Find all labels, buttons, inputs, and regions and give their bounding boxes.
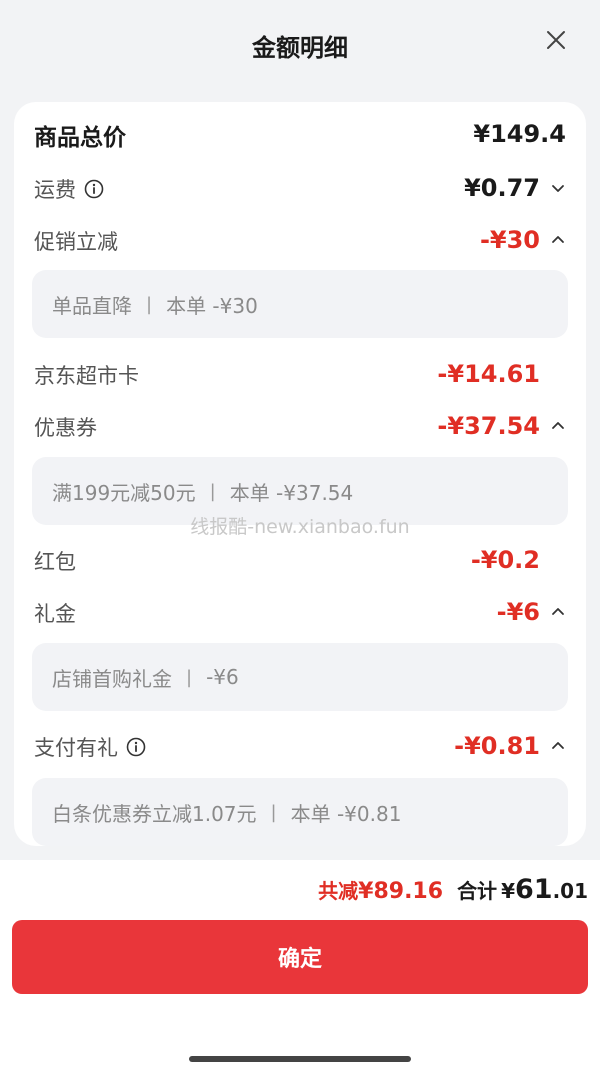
market-card-amount: -¥14.61 bbox=[437, 360, 540, 388]
sheet-header: 金额明细 bbox=[0, 0, 600, 88]
separator: | bbox=[186, 666, 193, 688]
chevron-up-icon bbox=[552, 742, 564, 749]
gift-money-row[interactable]: 礼金 -¥6 bbox=[14, 596, 586, 632]
chevron-up-icon bbox=[552, 422, 564, 429]
red-packet-amount: -¥0.2 bbox=[470, 546, 540, 574]
goods-total-value: ¥149.4 bbox=[473, 120, 566, 148]
promo-detail-right: 本单 -¥30 bbox=[166, 293, 258, 318]
pay-gift-row[interactable]: 支付有礼 -¥0.81 bbox=[14, 730, 586, 766]
pay-detail-right: 本单 -¥0.81 bbox=[290, 801, 402, 826]
close-icon[interactable] bbox=[544, 28, 568, 52]
chevron-down-icon bbox=[552, 185, 564, 192]
pay-detail-left: 白条优惠券立减1.07元 bbox=[52, 801, 257, 826]
info-icon[interactable] bbox=[84, 179, 104, 199]
coupon-label: 优惠券 bbox=[34, 416, 97, 440]
red-packet-label: 红包 bbox=[34, 550, 76, 574]
shipping-amount: ¥0.77 bbox=[464, 174, 540, 202]
grand-total-currency: ¥ bbox=[501, 879, 515, 903]
gift-detail-right: -¥6 bbox=[206, 665, 239, 689]
goods-total-label: 商品总价 bbox=[34, 125, 126, 151]
gift-money-label: 礼金 bbox=[34, 602, 76, 626]
promo-detail-left: 单品直降 bbox=[52, 293, 132, 318]
chevron-up-icon bbox=[552, 608, 564, 615]
grand-total-integer: 61 bbox=[514, 874, 553, 905]
watermark: 线报酷-new.xianbao.fun bbox=[190, 516, 410, 538]
shipping-row[interactable]: 运费 ¥0.77 bbox=[14, 172, 586, 208]
coupon-detail-left: 满199元减50元 bbox=[52, 480, 196, 505]
amount-detail-sheet: 金额明细 商品总价 ¥149.4 运费 ¥0.77 促销立减 -¥30 单品直降… bbox=[0, 0, 600, 1072]
goods-total-row: 商品总价 ¥149.4 bbox=[14, 116, 586, 152]
separator: | bbox=[270, 801, 277, 823]
info-icon[interactable] bbox=[126, 737, 146, 757]
coupon-row[interactable]: 优惠券 -¥37.54 bbox=[14, 410, 586, 446]
amount-card: 商品总价 ¥149.4 运费 ¥0.77 促销立减 -¥30 单品直降 | 本单… bbox=[14, 102, 586, 846]
gift-money-amount: -¥6 bbox=[496, 598, 540, 626]
market-card-value: -¥14.61 bbox=[437, 360, 566, 388]
pay-gift-label: 支付有礼 bbox=[34, 732, 146, 762]
confirm-button[interactable]: 确定 bbox=[12, 920, 588, 994]
total-reduce-value: ¥89.16 bbox=[358, 879, 444, 904]
red-packet-value: -¥0.2 bbox=[471, 546, 566, 574]
pay-gift-value[interactable]: -¥0.81 bbox=[454, 732, 566, 760]
red-packet-row: 红包 -¥0.2 bbox=[14, 544, 586, 580]
pay-gift-label-text: 支付有礼 bbox=[34, 736, 118, 760]
shipping-label: 运费 bbox=[34, 174, 104, 204]
promo-value[interactable]: -¥30 bbox=[480, 226, 566, 254]
shipping-label-text: 运费 bbox=[34, 178, 76, 202]
promo-detail: 单品直降 | 本单 -¥30 bbox=[32, 270, 568, 338]
promo-label: 促销立减 bbox=[34, 230, 118, 254]
separator: | bbox=[209, 480, 216, 502]
price-summary: 共减 ¥89.16 合计 ¥ 61 .01 bbox=[318, 874, 588, 905]
footer-bar: 共减 ¥89.16 合计 ¥ 61 .01 确定 bbox=[0, 860, 600, 1072]
pay-gift-amount: -¥0.81 bbox=[454, 732, 540, 760]
sheet-title: 金额明细 bbox=[252, 34, 348, 62]
promo-amount: -¥30 bbox=[479, 226, 540, 254]
promo-row[interactable]: 促销立减 -¥30 bbox=[14, 224, 586, 260]
separator: | bbox=[146, 293, 153, 315]
coupon-amount: -¥37.54 bbox=[437, 412, 540, 440]
grand-total-label: 合计 bbox=[457, 879, 498, 903]
gift-detail: 店铺首购礼金 | -¥6 bbox=[32, 643, 568, 711]
coupon-detail-right: 本单 -¥37.54 bbox=[229, 480, 354, 505]
coupon-value[interactable]: -¥37.54 bbox=[437, 412, 566, 440]
shipping-value[interactable]: ¥0.77 bbox=[464, 174, 566, 202]
market-card-row: 京东超市卡 -¥14.61 bbox=[14, 358, 586, 394]
pay-detail: 白条优惠券立减1.07元 | 本单 -¥0.81 bbox=[32, 778, 568, 846]
chevron-up-icon bbox=[552, 236, 564, 243]
total-reduce-label: 共减 bbox=[318, 879, 359, 903]
market-card-label: 京东超市卡 bbox=[34, 364, 139, 388]
grand-total-decimal: .01 bbox=[552, 879, 588, 903]
gift-money-value[interactable]: -¥6 bbox=[497, 598, 566, 626]
goods-total-amount: ¥149.4 bbox=[473, 120, 566, 148]
home-indicator bbox=[189, 1056, 411, 1062]
gift-detail-left: 店铺首购礼金 bbox=[52, 666, 172, 691]
